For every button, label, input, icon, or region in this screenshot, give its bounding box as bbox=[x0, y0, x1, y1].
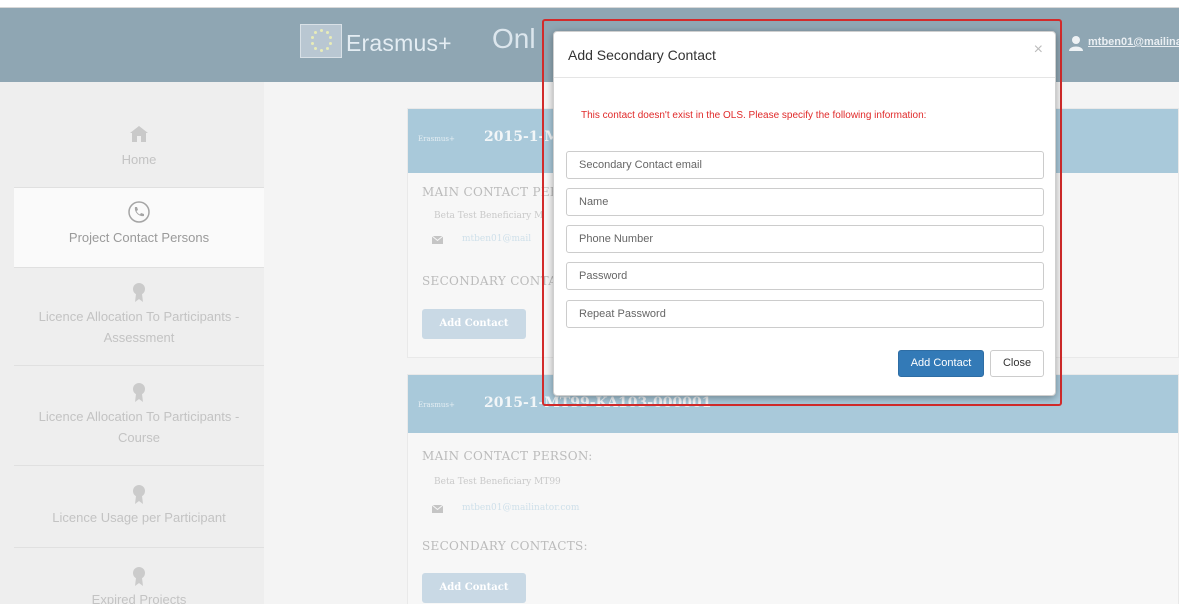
close-button[interactable]: Close bbox=[990, 350, 1044, 377]
phone-number-field[interactable] bbox=[566, 225, 1044, 253]
add-contact-submit-button[interactable]: Add Contact bbox=[898, 350, 984, 377]
close-icon[interactable]: × bbox=[1034, 41, 1043, 59]
modal-title: Add Secondary Contact bbox=[568, 47, 716, 63]
modal-divider bbox=[554, 77, 1055, 78]
repeat-password-field[interactable] bbox=[566, 300, 1044, 328]
password-field[interactable] bbox=[566, 262, 1044, 290]
secondary-contact-email-field[interactable] bbox=[566, 151, 1044, 179]
add-secondary-contact-modal: Add Secondary Contact × This contact doe… bbox=[553, 31, 1056, 396]
name-field[interactable] bbox=[566, 188, 1044, 216]
warning-message: This contact doesn't exist in the OLS. P… bbox=[581, 110, 927, 121]
